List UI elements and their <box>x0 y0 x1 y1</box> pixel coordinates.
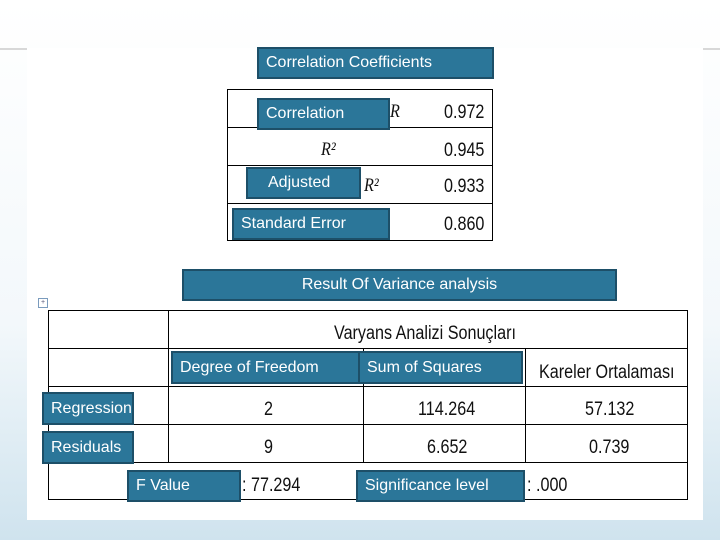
standard-error-value: 0.860 <box>444 214 485 235</box>
residuals-ss: 6.652 <box>427 437 468 458</box>
residuals-label: Residuals <box>42 431 134 464</box>
header-ss: Sum of Squares <box>358 351 523 384</box>
adjusted-r2-symbol: R² <box>364 175 379 196</box>
standard-error-label: Standard Error <box>232 208 390 240</box>
r2-value: 0.945 <box>444 140 485 161</box>
header-df: Degree of Freedom <box>171 351 361 384</box>
regression-ss: 114.264 <box>418 399 476 420</box>
row-divider <box>48 348 688 349</box>
col-divider <box>168 310 169 462</box>
r-symbol: R <box>390 101 400 122</box>
row-divider <box>227 165 493 166</box>
row-divider <box>48 424 688 425</box>
significance-label: Significance level <box>356 470 525 502</box>
anova-table-title: Varyans Analizi Sonuçları <box>334 323 516 344</box>
r-value: 0.972 <box>444 102 485 123</box>
f-value: : 77.294 <box>242 475 301 496</box>
row-divider <box>48 462 688 463</box>
regression-ms: 57.132 <box>585 399 635 420</box>
regression-df: 2 <box>264 399 273 420</box>
anova-title: Result Of Variance analysis <box>182 269 617 301</box>
r2-symbol: R² <box>321 139 336 160</box>
residuals-ms: 0.739 <box>589 437 630 458</box>
row-divider <box>227 203 493 204</box>
regression-label: Regression <box>42 392 134 425</box>
row-divider <box>48 386 688 387</box>
header-ms: Kareler Ortalaması <box>539 362 675 383</box>
correlation-label: Correlation <box>257 98 390 130</box>
adjusted-label: Adjusted <box>246 167 361 199</box>
col-divider <box>525 348 526 462</box>
significance-value: : .000 <box>527 475 568 496</box>
f-value-label: F Value <box>127 470 241 502</box>
adjusted-r2-value: 0.933 <box>444 176 485 197</box>
correlation-title: Correlation Coefficients <box>257 47 494 79</box>
table-move-handle[interactable]: + <box>38 298 48 308</box>
residuals-df: 9 <box>264 437 273 458</box>
